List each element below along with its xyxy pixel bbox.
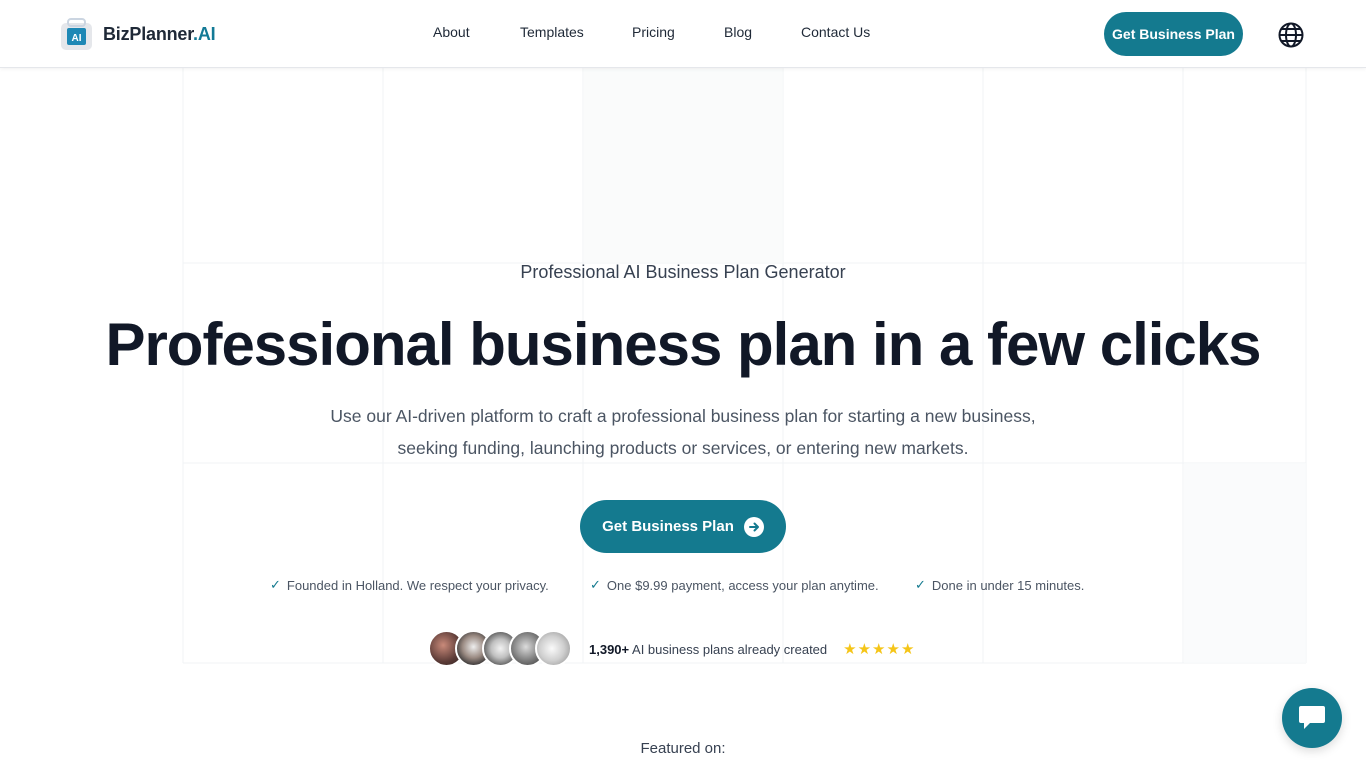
social-proof: 1,390+ AI business plans already created…	[428, 630, 915, 668]
feature-text: Done in under 15 minutes.	[931, 577, 1085, 593]
plans-count-label: AI business plans already created	[632, 641, 828, 657]
feature-text: Founded in Holland. We respect your priv…	[286, 577, 549, 593]
site-header: AI BizPlanner.AI About Templates Pricing…	[0, 0, 1366, 68]
feature-item: ✓ Done in under 15 minutes.	[915, 577, 1084, 593]
nav-about[interactable]: About	[433, 24, 470, 40]
hero-eyebrow: Professional AI Business Plan Generator	[520, 262, 846, 282]
avatar-stack	[428, 630, 573, 668]
star-rating: ★★★★★	[843, 641, 916, 658]
feature-item: ✓ One $9.99 payment, access your plan an…	[590, 577, 879, 593]
nav-pricing[interactable]: Pricing	[632, 24, 675, 40]
check-icon: ✓	[590, 577, 601, 592]
plans-created-count: 1,390+ AI business plans already created	[589, 642, 827, 657]
nav-templates[interactable]: Templates	[520, 24, 584, 40]
hero-get-business-plan-button[interactable]: Get Business Plan	[580, 500, 786, 553]
featured-on-label: Featured on:	[640, 740, 726, 757]
avatar	[535, 630, 572, 667]
chat-bubble-icon	[1299, 706, 1325, 729]
check-icon: ✓	[270, 577, 281, 592]
hero-cta-label: Get Business Plan	[602, 518, 734, 535]
check-icon: ✓	[915, 577, 926, 592]
arrow-right-circle-icon	[743, 516, 764, 537]
chat-button[interactable]	[1282, 688, 1342, 748]
plans-count-number: 1,390+	[589, 641, 630, 657]
hero-description: Use our AI-driven platform to craft a pr…	[283, 400, 1083, 464]
nav-blog[interactable]: Blog	[724, 24, 752, 40]
header-get-business-plan-button[interactable]: Get Business Plan	[1104, 12, 1243, 56]
hero-description-line-1: Use our AI-driven platform to craft a pr…	[330, 406, 1036, 426]
feature-item: ✓ Founded in Holland. We respect your pr…	[270, 577, 549, 593]
hero-description-line-2: seeking funding, launching products or s…	[397, 438, 969, 458]
hero-title: Professional business plan in a few clic…	[105, 311, 1261, 378]
feature-text: One $9.99 payment, access your plan anyt…	[606, 577, 879, 593]
feature-list: ✓ Founded in Holland. We respect your pr…	[0, 577, 1366, 597]
nav-contact-us[interactable]: Contact Us	[801, 24, 870, 40]
globe-icon[interactable]	[1277, 21, 1305, 49]
